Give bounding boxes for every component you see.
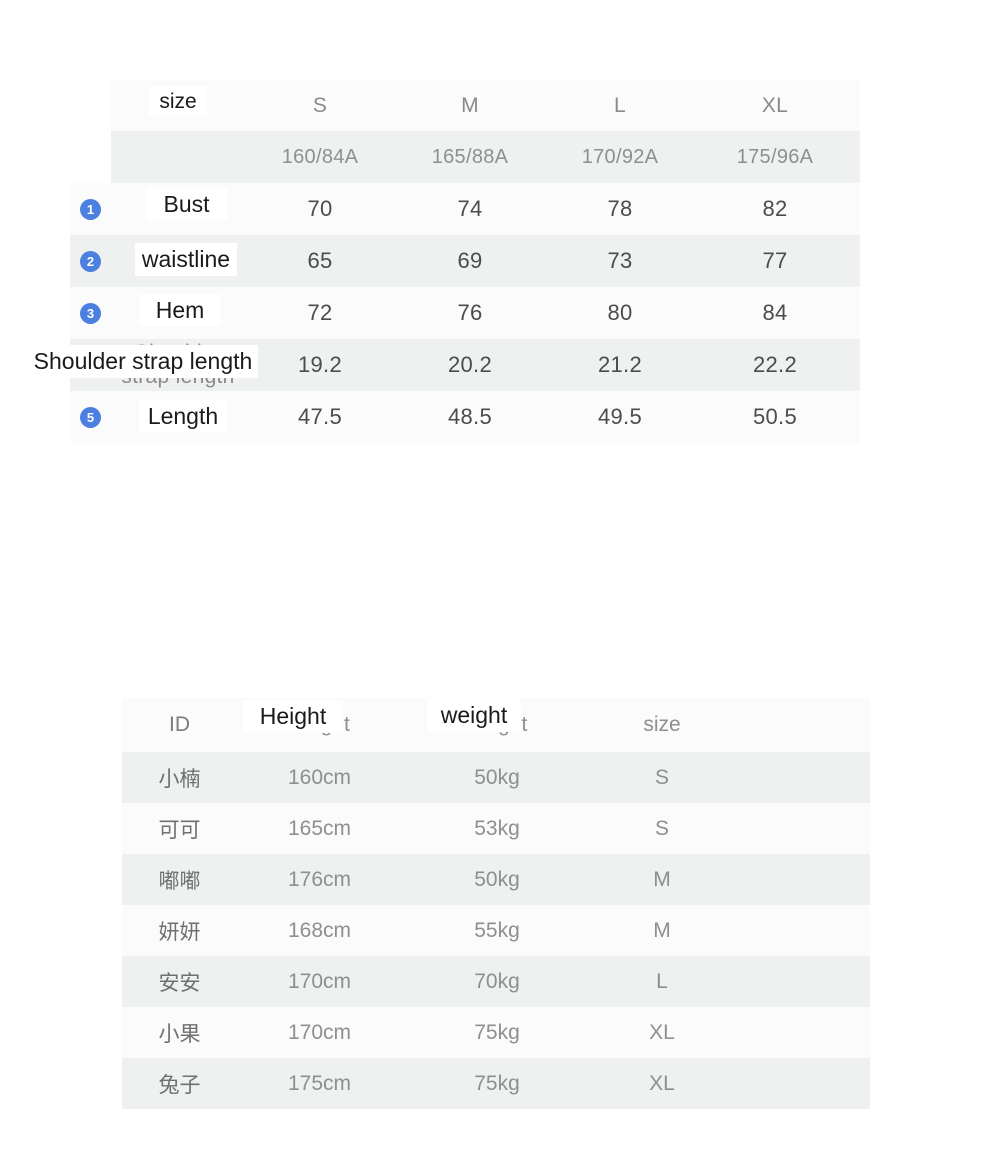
fit-header-size: size	[643, 713, 681, 736]
fit-row-height: 170cm	[287, 969, 352, 993]
hem-value-s: 72	[307, 300, 333, 325]
badge-cell-length: 5	[70, 391, 111, 443]
fit-row-size: XL	[649, 1020, 675, 1044]
spec-value-s: 160/84A	[281, 145, 359, 168]
spec-value-m: 165/88A	[431, 145, 509, 168]
list-item: 可可 165cm 53kg S	[122, 803, 870, 854]
badge-cell-waistline: 2	[70, 235, 111, 287]
overlay-header-weight: weight	[427, 699, 521, 732]
size-table-header-row: size S M L XL	[111, 80, 860, 131]
list-item: 小楠 160cm 50kg S	[122, 752, 870, 803]
fit-row-id: 小楠	[158, 766, 201, 791]
fit-row-size: L	[656, 969, 668, 993]
clipped-bottom-text-line	[130, 1144, 870, 1150]
hem-value-m: 76	[457, 300, 483, 325]
fit-row-id: 小果	[158, 1021, 201, 1046]
waistline-value-xl: 77	[762, 248, 788, 273]
length-value-m: 48.5	[447, 404, 493, 429]
list-item: 兔子 175cm 75kg XL	[122, 1058, 870, 1109]
fit-row-weight: 75kg	[474, 1020, 520, 1044]
fit-row-weight: 50kg	[474, 765, 520, 789]
header-col-m: M	[461, 93, 479, 117]
fit-row-weight: 55kg	[474, 918, 520, 942]
fit-row-id: 兔子	[158, 1072, 201, 1097]
waistline-value-m: 69	[457, 248, 483, 273]
list-item: 嘟嘟 176cm 50kg M	[122, 854, 870, 905]
number-badge-2: 2	[80, 250, 101, 272]
fit-row-id: 安安	[158, 970, 201, 995]
shoulder-strap-value-m: 20.2	[447, 352, 493, 377]
fit-row-size: S	[654, 765, 669, 789]
badge-cell-hem: 3	[70, 287, 111, 339]
spec-value-xl: 175/96A	[736, 145, 814, 168]
bust-value-l: 78	[607, 196, 633, 221]
overlay-label-hem: Hem	[140, 294, 220, 326]
number-badge-1: 1	[80, 198, 101, 220]
bust-value-s: 70	[307, 196, 333, 221]
waistline-value-l: 73	[607, 248, 633, 273]
number-badge-3: 3	[80, 302, 101, 324]
length-value-l: 49.5	[597, 404, 643, 429]
spec-value-l: 170/92A	[581, 145, 659, 168]
fit-row-weight: 50kg	[474, 867, 520, 891]
bust-value-m: 74	[457, 196, 483, 221]
overlay-header-height: Height	[243, 700, 343, 733]
fit-row-id: 嘟嘟	[158, 868, 201, 893]
shoulder-strap-value-l: 21.2	[597, 352, 643, 377]
table-row: Hem 72 76 80 84	[111, 287, 860, 339]
fit-row-height: 176cm	[287, 867, 352, 891]
hem-value-xl: 84	[762, 300, 788, 325]
fit-row-size: M	[653, 867, 671, 891]
bust-value-xl: 82	[762, 196, 788, 221]
header-col-xl: XL	[761, 93, 789, 117]
fit-row-size: XL	[649, 1071, 675, 1095]
list-item: 妍妍 168cm 55kg M	[122, 905, 870, 956]
fit-row-size: M	[653, 918, 671, 942]
fit-row-height: 175cm	[287, 1071, 352, 1095]
fit-row-height: 165cm	[287, 816, 352, 840]
badge-gutter-header-spacer	[70, 80, 111, 183]
fit-row-weight: 53kg	[474, 816, 520, 840]
fit-row-height: 170cm	[287, 1020, 352, 1044]
fit-model-table: ID Height weight size 小楠 160cm 50kg S 可可…	[122, 698, 870, 1109]
shoulder-strap-value-s: 19.2	[297, 352, 343, 377]
waistline-value-s: 65	[307, 248, 333, 273]
number-badge-5: 5	[80, 406, 101, 428]
list-item: 小果 170cm 75kg XL	[122, 1007, 870, 1058]
overlay-label-waistline: waistline	[135, 243, 237, 276]
fit-row-id: 妍妍	[158, 919, 201, 944]
length-value-s: 47.5	[297, 404, 343, 429]
fit-row-id: 可可	[158, 817, 201, 842]
fit-row-weight: 75kg	[474, 1071, 520, 1095]
measurement-badge-gutter: 1 2 3 4 5	[70, 80, 111, 443]
fit-row-size: S	[654, 816, 669, 840]
shoulder-strap-value-xl: 22.2	[752, 352, 798, 377]
header-col-s: S	[312, 93, 328, 117]
fit-row-weight: 70kg	[474, 969, 520, 993]
list-item: 安安 170cm 70kg L	[122, 956, 870, 1007]
fit-row-height: 168cm	[287, 918, 352, 942]
size-table-spec-row: 160/84A 165/88A 170/92A 175/96A	[111, 131, 860, 183]
length-value-xl: 50.5	[752, 404, 798, 429]
overlay-label-shoulder-strap-length: Shoulder strap length	[28, 345, 258, 378]
badge-cell-bust: 1	[70, 183, 111, 235]
overlay-label-length: Length	[139, 400, 227, 432]
header-col-l: L	[614, 93, 626, 117]
clipped-bottom-text	[130, 1144, 870, 1150]
overlay-label-bust: Bust	[146, 188, 227, 220]
overlay-label-size: size	[149, 86, 207, 117]
fit-row-height: 160cm	[287, 765, 352, 789]
hem-value-l: 80	[607, 300, 633, 325]
fit-header-id: ID	[169, 713, 190, 736]
